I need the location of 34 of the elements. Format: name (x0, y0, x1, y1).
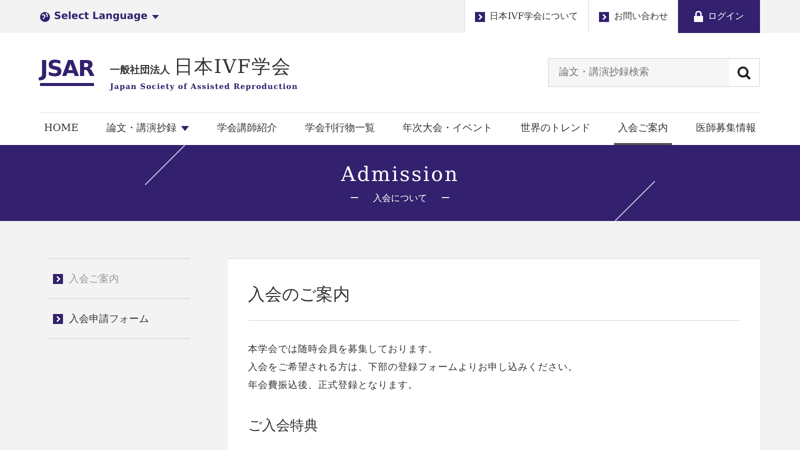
globe-icon (40, 12, 50, 22)
caret-icon (152, 14, 159, 18)
diagonal-line (145, 145, 185, 185)
chevron-icon (53, 274, 63, 284)
diagonal-line (615, 181, 655, 221)
dash: ー (350, 192, 359, 204)
paragraph: 入会をご希望される方は、下部の登録フォームよりお申し込みください。 (248, 361, 579, 375)
logo-mark: JSAR (40, 59, 94, 86)
paragraph: 年会費振込後、正式登録となります。 (248, 379, 419, 393)
top-link[interactable]: 日本IVF学会について (464, 0, 588, 33)
login-button[interactable]: ログイン (678, 0, 760, 33)
section-heading: ご入会特典 (248, 417, 319, 435)
nav-item[interactable]: 学会講師紹介 (213, 113, 282, 145)
lock-icon (694, 11, 703, 22)
banner-title: Admission (341, 162, 459, 186)
caret-icon (181, 126, 190, 130)
nav-item[interactable]: HOME (40, 113, 82, 145)
language-selector[interactable]: Select Language (40, 0, 159, 33)
article-heading: 入会のご案内 (248, 279, 740, 321)
chevron-icon (474, 12, 485, 22)
top-link[interactable]: お問い合わせ (588, 0, 678, 33)
chevron-icon (599, 12, 609, 22)
org-name: 日本IVF学会 (174, 55, 292, 80)
nav-item[interactable]: 年次大会・イベント (398, 113, 497, 145)
nav-item[interactable]: 論文・講演抄録 (102, 113, 194, 145)
dash: ー (441, 192, 450, 204)
nav-item[interactable]: 学会刊行物一覧 (300, 113, 379, 145)
nav-item[interactable]: 世界のトレンド (516, 113, 594, 145)
org-prefix: 一般社団法人 (110, 64, 170, 77)
nav-item[interactable]: 医師募集情報 (692, 113, 760, 145)
paragraph: 本学会では随時会員を募集しております。 (248, 343, 439, 357)
chevron-icon (53, 314, 63, 324)
banner-subtitle: 入会について (373, 192, 427, 204)
sidebar-item[interactable]: 入会申請フォーム (48, 299, 190, 339)
